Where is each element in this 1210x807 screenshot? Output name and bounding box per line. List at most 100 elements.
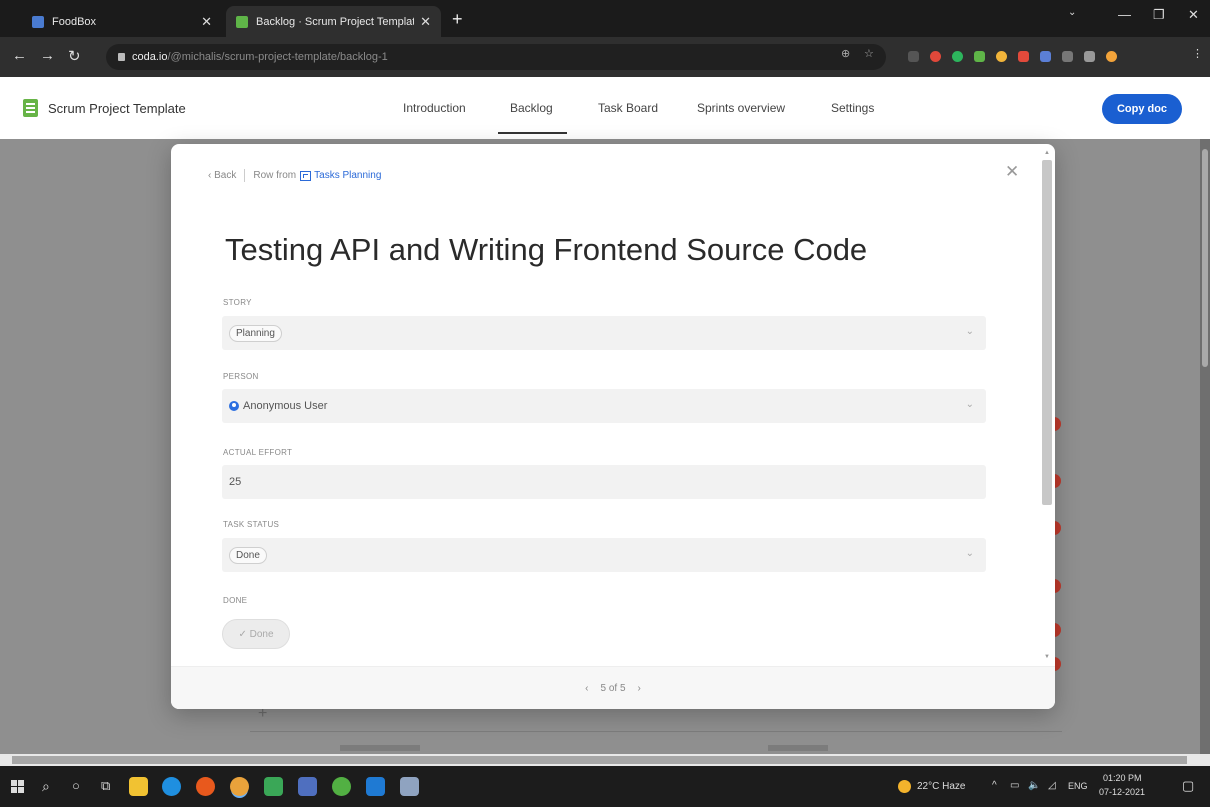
app-lime-icon[interactable] [332,777,351,796]
doc-logo-icon [23,99,38,117]
next-row-button[interactable]: › [638,683,641,694]
new-tab-button[interactable]: + [452,9,463,30]
effort-input[interactable]: 25 [222,465,986,499]
person-label: PERSON [223,372,259,381]
notifications-icon[interactable]: ▢ [1182,778,1194,794]
extension-grey-icon[interactable] [1062,51,1073,62]
volume-icon[interactable]: 🔈 [1028,780,1040,791]
modal-scrollbar-thumb[interactable] [1042,160,1052,505]
divider [250,731,1062,732]
window-maximize-button[interactable]: ❐ [1153,7,1165,23]
row-marker [1054,579,1061,593]
bookmark-star-icon[interactable]: ☆ [864,47,874,60]
browser-tab-strip: FoodBox ✕ Backlog · Scrum Project Templa… [0,0,1210,37]
extension-doc-icon[interactable] [1018,51,1029,62]
doc-title[interactable]: Scrum Project Template [48,101,186,116]
done-toggle-button[interactable]: ✓ Done [222,619,290,649]
coda-favicon-icon [236,15,248,28]
tray-chevron-icon[interactable]: ^ [992,780,997,791]
breadcrumb: ‹ Back Row from Tasks Planning [208,169,381,182]
status-select[interactable]: Done ⌄ [222,538,986,572]
reload-icon[interactable]: ↻ [68,47,81,65]
battery-icon[interactable]: ▭ [1010,780,1019,791]
address-bar[interactable]: coda.io /@michalis/scrum-project-templat… [106,44,886,70]
extension-red-icon[interactable] [930,51,941,62]
modal-scrollbar[interactable]: ▲ ▼ [1042,150,1052,662]
row-marker [1054,417,1061,431]
horizontal-scrollbar-thumb[interactable] [12,756,1187,764]
language-indicator[interactable]: ENG [1068,781,1088,791]
table-link[interactable]: Tasks Planning [314,170,381,181]
app-blue-icon[interactable] [298,777,317,796]
extension-blue-icon[interactable] [1040,51,1051,62]
extensions-puzzle-icon[interactable] [1084,51,1095,62]
app-window-icon[interactable] [400,777,419,796]
user-avatar-icon [229,401,239,411]
firefox-icon[interactable] [196,777,215,796]
browser-tab-foodbox[interactable]: FoodBox ✕ [22,6,222,37]
window-minimize-button[interactable]: — [1118,7,1131,22]
row-detail-modal: ‹ Back Row from Tasks Planning ✕ Testing… [171,144,1055,709]
prev-row-button[interactable]: ‹ [585,683,588,694]
story-select[interactable]: Planning ⌄ [222,316,986,350]
effort-value: 25 [229,476,242,488]
window-close-button[interactable]: ✕ [1188,7,1199,23]
story-label: STORY [223,298,252,307]
tab-close-icon[interactable]: ✕ [420,14,431,30]
background-text [768,745,828,751]
back-arrow-icon[interactable]: ← [12,47,27,64]
share-icon[interactable]: ⊕ [841,47,850,60]
nav-tab-introduction[interactable]: Introduction [403,101,466,115]
scroll-up-icon[interactable]: ▲ [1044,150,1050,156]
weather-sun-icon[interactable] [898,780,911,793]
profile-avatar-icon[interactable] [1106,51,1117,62]
windows-start-icon[interactable] [11,780,24,793]
lock-icon [118,53,125,61]
browser-menu-icon[interactable]: ⋮ [1192,47,1203,60]
person-select[interactable]: Anonymous User ⌄ [222,389,986,423]
page-scrollbar[interactable] [1200,139,1210,754]
file-explorer-icon[interactable] [129,777,148,796]
network-icon[interactable]: ◿ [1048,780,1056,791]
app-green-icon[interactable] [264,777,283,796]
extension-green-icon[interactable] [952,51,963,62]
effort-label: ACTUAL EFFORT [223,448,293,457]
extension-cart-icon[interactable] [908,51,919,62]
page-scrollbar-thumb[interactable] [1202,149,1208,367]
row-marker [1054,657,1061,671]
edge-icon[interactable] [162,777,181,796]
extension-yellow-icon[interactable] [996,51,1007,62]
horizontal-scrollbar[interactable] [0,754,1210,766]
status-label: TASK STATUS [223,520,280,529]
os-taskbar: ⌕ ○ ⧉ 22°C Haze ^ ▭ 🔈 ◿ ENG 01:20 PM 07-… [0,766,1210,807]
tab-search-icon[interactable]: ⌄ [1068,7,1076,18]
url-host: coda.io [132,51,168,63]
chrome-icon[interactable] [230,777,249,796]
chevron-down-icon: ⌄ [965,326,974,337]
search-icon[interactable]: ⌕ [42,778,50,795]
scroll-down-icon[interactable]: ▼ [1044,654,1050,660]
forward-arrow-icon[interactable]: → [40,47,55,64]
browser-toolbar: ← → ↻ coda.io /@michalis/scrum-project-t… [0,37,1210,77]
row-title[interactable]: Testing API and Writing Frontend Source … [225,232,867,268]
task-view-icon[interactable]: ⧉ [101,778,110,794]
back-link[interactable]: ‹ Back [208,170,236,181]
clock-date[interactable]: 07-12-2021 [1099,787,1145,797]
table-icon [300,170,312,181]
done-label: DONE [223,596,248,605]
nav-tab-settings[interactable]: Settings [831,101,874,115]
tab-close-icon[interactable]: ✕ [201,14,212,30]
clock-time[interactable]: 01:20 PM [1103,773,1142,783]
close-icon[interactable]: ✕ [1005,162,1019,182]
extension-leaf-icon[interactable] [974,51,985,62]
browser-tab-backlog[interactable]: Backlog · Scrum Project Template ✕ [226,6,441,37]
nav-tab-sprints-overview[interactable]: Sprints overview [697,101,785,115]
nav-tab-backlog[interactable]: Backlog [498,101,567,134]
nav-tab-task-board[interactable]: Task Board [598,101,658,115]
vscode-icon[interactable] [366,777,385,796]
cortana-icon[interactable]: ○ [72,778,80,793]
copy-doc-button[interactable]: Copy doc [1102,94,1182,124]
background-text [340,745,420,751]
chevron-down-icon: ⌄ [965,399,974,410]
weather-text[interactable]: 22°C Haze [917,781,965,792]
